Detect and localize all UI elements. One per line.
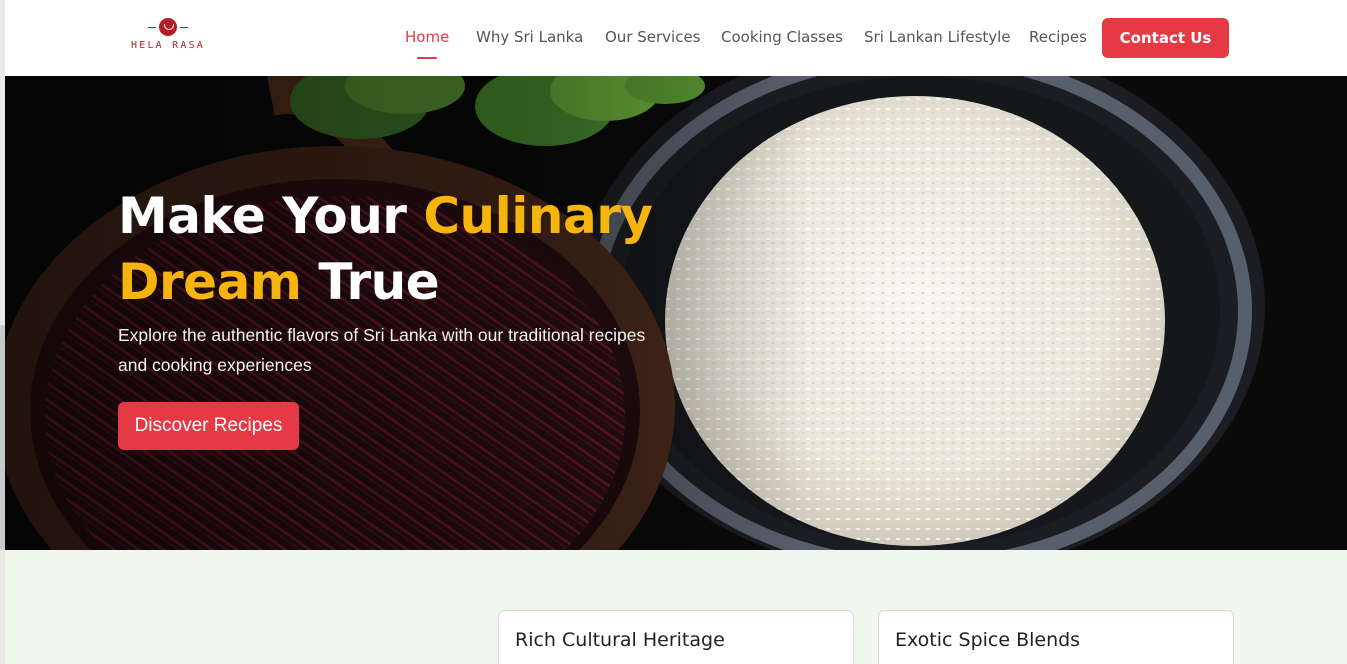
features-section: Rich Cultural Heritage Exotic Spice Blen… bbox=[5, 550, 1347, 664]
nav-item-home[interactable]: Home bbox=[405, 28, 449, 46]
hero-subtitle: Explore the authentic flavors of Sri Lan… bbox=[118, 325, 646, 375]
nav-item-why-sri-lanka[interactable]: Why Sri Lanka bbox=[476, 28, 583, 46]
hero-title-highlight-culinary: Culinary bbox=[423, 187, 653, 245]
hero-title: Make Your Culinary Dream True bbox=[118, 183, 718, 315]
brand-name: HELA RASA bbox=[131, 40, 205, 51]
logo-dash-left bbox=[148, 27, 156, 28]
hero-title-part1: Make Your bbox=[118, 187, 424, 245]
nav-item-recipes[interactable]: Recipes bbox=[1029, 28, 1087, 46]
brand-logo[interactable]: HELA RASA bbox=[130, 17, 206, 59]
feature-card-title: Exotic Spice Blends bbox=[895, 629, 1081, 651]
discover-recipes-button[interactable]: Discover Recipes bbox=[118, 402, 299, 450]
logo-dash-right bbox=[180, 27, 188, 28]
nav-item-sri-lankan-lifestyle[interactable]: Sri Lankan Lifestyle bbox=[864, 28, 1011, 46]
hero-section: Make Your Culinary Dream True Explore the… bbox=[5, 76, 1347, 550]
nav-item-our-services[interactable]: Our Services bbox=[605, 28, 701, 46]
feature-card[interactable]: Exotic Spice Blends bbox=[878, 610, 1234, 664]
bowl-icon bbox=[159, 18, 177, 36]
hero-title-highlight-dream: Dream bbox=[118, 253, 302, 311]
active-nav-indicator bbox=[417, 57, 437, 59]
feature-card[interactable]: Rich Cultural Heritage bbox=[498, 610, 854, 664]
nav-item-cooking-classes[interactable]: Cooking Classes bbox=[721, 28, 843, 46]
hero-title-part2: True bbox=[301, 253, 440, 311]
site-header: HELA RASA Home Why Sri Lanka Our Service… bbox=[5, 0, 1347, 76]
contact-us-button[interactable]: Contact Us bbox=[1102, 18, 1229, 58]
feature-card-title: Rich Cultural Heritage bbox=[515, 629, 725, 651]
